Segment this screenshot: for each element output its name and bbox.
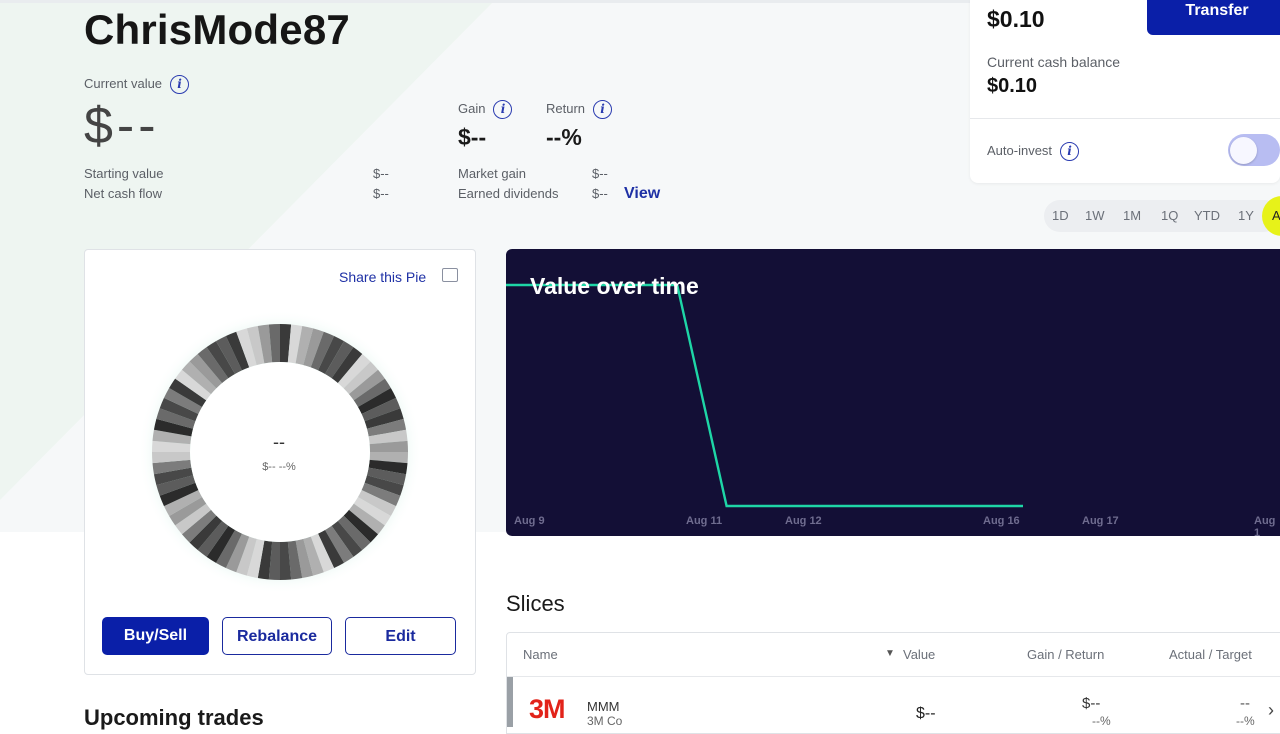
slice-return: --%	[1092, 714, 1111, 728]
view-dividends-link[interactable]: View	[624, 185, 660, 203]
net-cash-flow-label: Net cash flow	[84, 186, 163, 201]
slice-target: --%	[1236, 714, 1255, 728]
table-header-divider	[507, 676, 1280, 677]
buy-sell-button[interactable]: Buy/Sell	[102, 617, 209, 655]
info-icon[interactable]: i	[1060, 142, 1080, 161]
range-1m[interactable]: 1M	[1123, 208, 1141, 223]
market-gain-value: $--	[592, 166, 608, 181]
current-value: $--	[84, 97, 160, 155]
chevron-right-icon[interactable]: ›	[1268, 700, 1274, 721]
upcoming-trades-heading: Upcoming trades	[84, 705, 264, 730]
market-gain-label: Market gain	[458, 166, 526, 181]
column-header-gain-return[interactable]: Gain / Return	[1027, 647, 1104, 662]
net-cash-flow: $--	[373, 186, 389, 201]
cash-balance-label: Current cash balance	[987, 54, 1121, 70]
earned-dividends-value: $--	[592, 186, 608, 201]
gain-label: Gain i	[458, 100, 513, 119]
x-tick-label: Aug 16	[983, 515, 1020, 527]
pie-center-title: --	[273, 432, 285, 452]
toggle-knob[interactable]	[1230, 137, 1257, 164]
x-tick-label: Aug 1	[1254, 515, 1276, 539]
current-value-label: Current value i	[84, 75, 190, 94]
share-icon[interactable]	[442, 268, 458, 282]
info-icon[interactable]: i	[493, 100, 513, 119]
sort-down-icon[interactable]: ▼	[885, 648, 895, 659]
info-icon[interactable]: i	[170, 75, 190, 94]
x-tick-label: Aug 9	[514, 515, 545, 527]
range-1y[interactable]: 1Y	[1238, 208, 1254, 223]
range-1q[interactable]: 1Q	[1161, 208, 1178, 223]
earned-dividends-label: Earned dividends	[458, 186, 559, 201]
range-1w[interactable]: 1W	[1085, 208, 1105, 223]
account-balance: $0.10	[987, 6, 1045, 32]
edit-button[interactable]: Edit	[345, 617, 456, 655]
pie-owner-title: ChrisMode87	[84, 6, 350, 53]
chart-title: Value over time	[530, 273, 699, 299]
x-tick-label: Aug 12	[785, 515, 822, 527]
slice-actual: --	[1240, 695, 1250, 712]
return-value: --%	[546, 124, 582, 150]
series-line	[506, 283, 1023, 508]
column-header-actual-target[interactable]: Actual / Target	[1169, 647, 1252, 662]
pie-center-subtitle: $-- --%	[262, 461, 296, 473]
x-tick-label: Aug 11	[686, 515, 723, 527]
cash-balance-value: $0.10	[987, 75, 1038, 97]
return-label: Return i	[546, 100, 613, 119]
gain-value: $--	[458, 124, 487, 150]
3m-logo-icon: 3M	[529, 694, 566, 724]
x-tick-label: Aug 17	[1082, 515, 1119, 527]
slice-company-name: 3M Co	[587, 714, 623, 728]
slice-gain: $--	[1082, 695, 1101, 712]
slices-heading: Slices	[506, 591, 565, 616]
slice-ticker[interactable]: MMM	[587, 699, 620, 714]
starting-value: $--	[373, 166, 389, 181]
share-pie-link[interactable]: Share this Pie	[339, 269, 426, 285]
card-divider	[970, 118, 1280, 119]
slice-value: $--	[916, 705, 936, 722]
range-ytd[interactable]: YTD	[1194, 208, 1220, 223]
starting-value-label: Starting value	[84, 166, 164, 181]
range-1d[interactable]: 1D	[1052, 208, 1069, 223]
auto-invest-label: Auto-invest i	[987, 142, 1080, 161]
rebalance-button[interactable]: Rebalance	[222, 617, 332, 655]
info-icon[interactable]: i	[593, 100, 613, 119]
column-header-name[interactable]: Name	[523, 647, 558, 662]
transfer-button[interactable]: Transfer	[1147, 0, 1280, 35]
column-header-value[interactable]: Value	[903, 647, 935, 662]
